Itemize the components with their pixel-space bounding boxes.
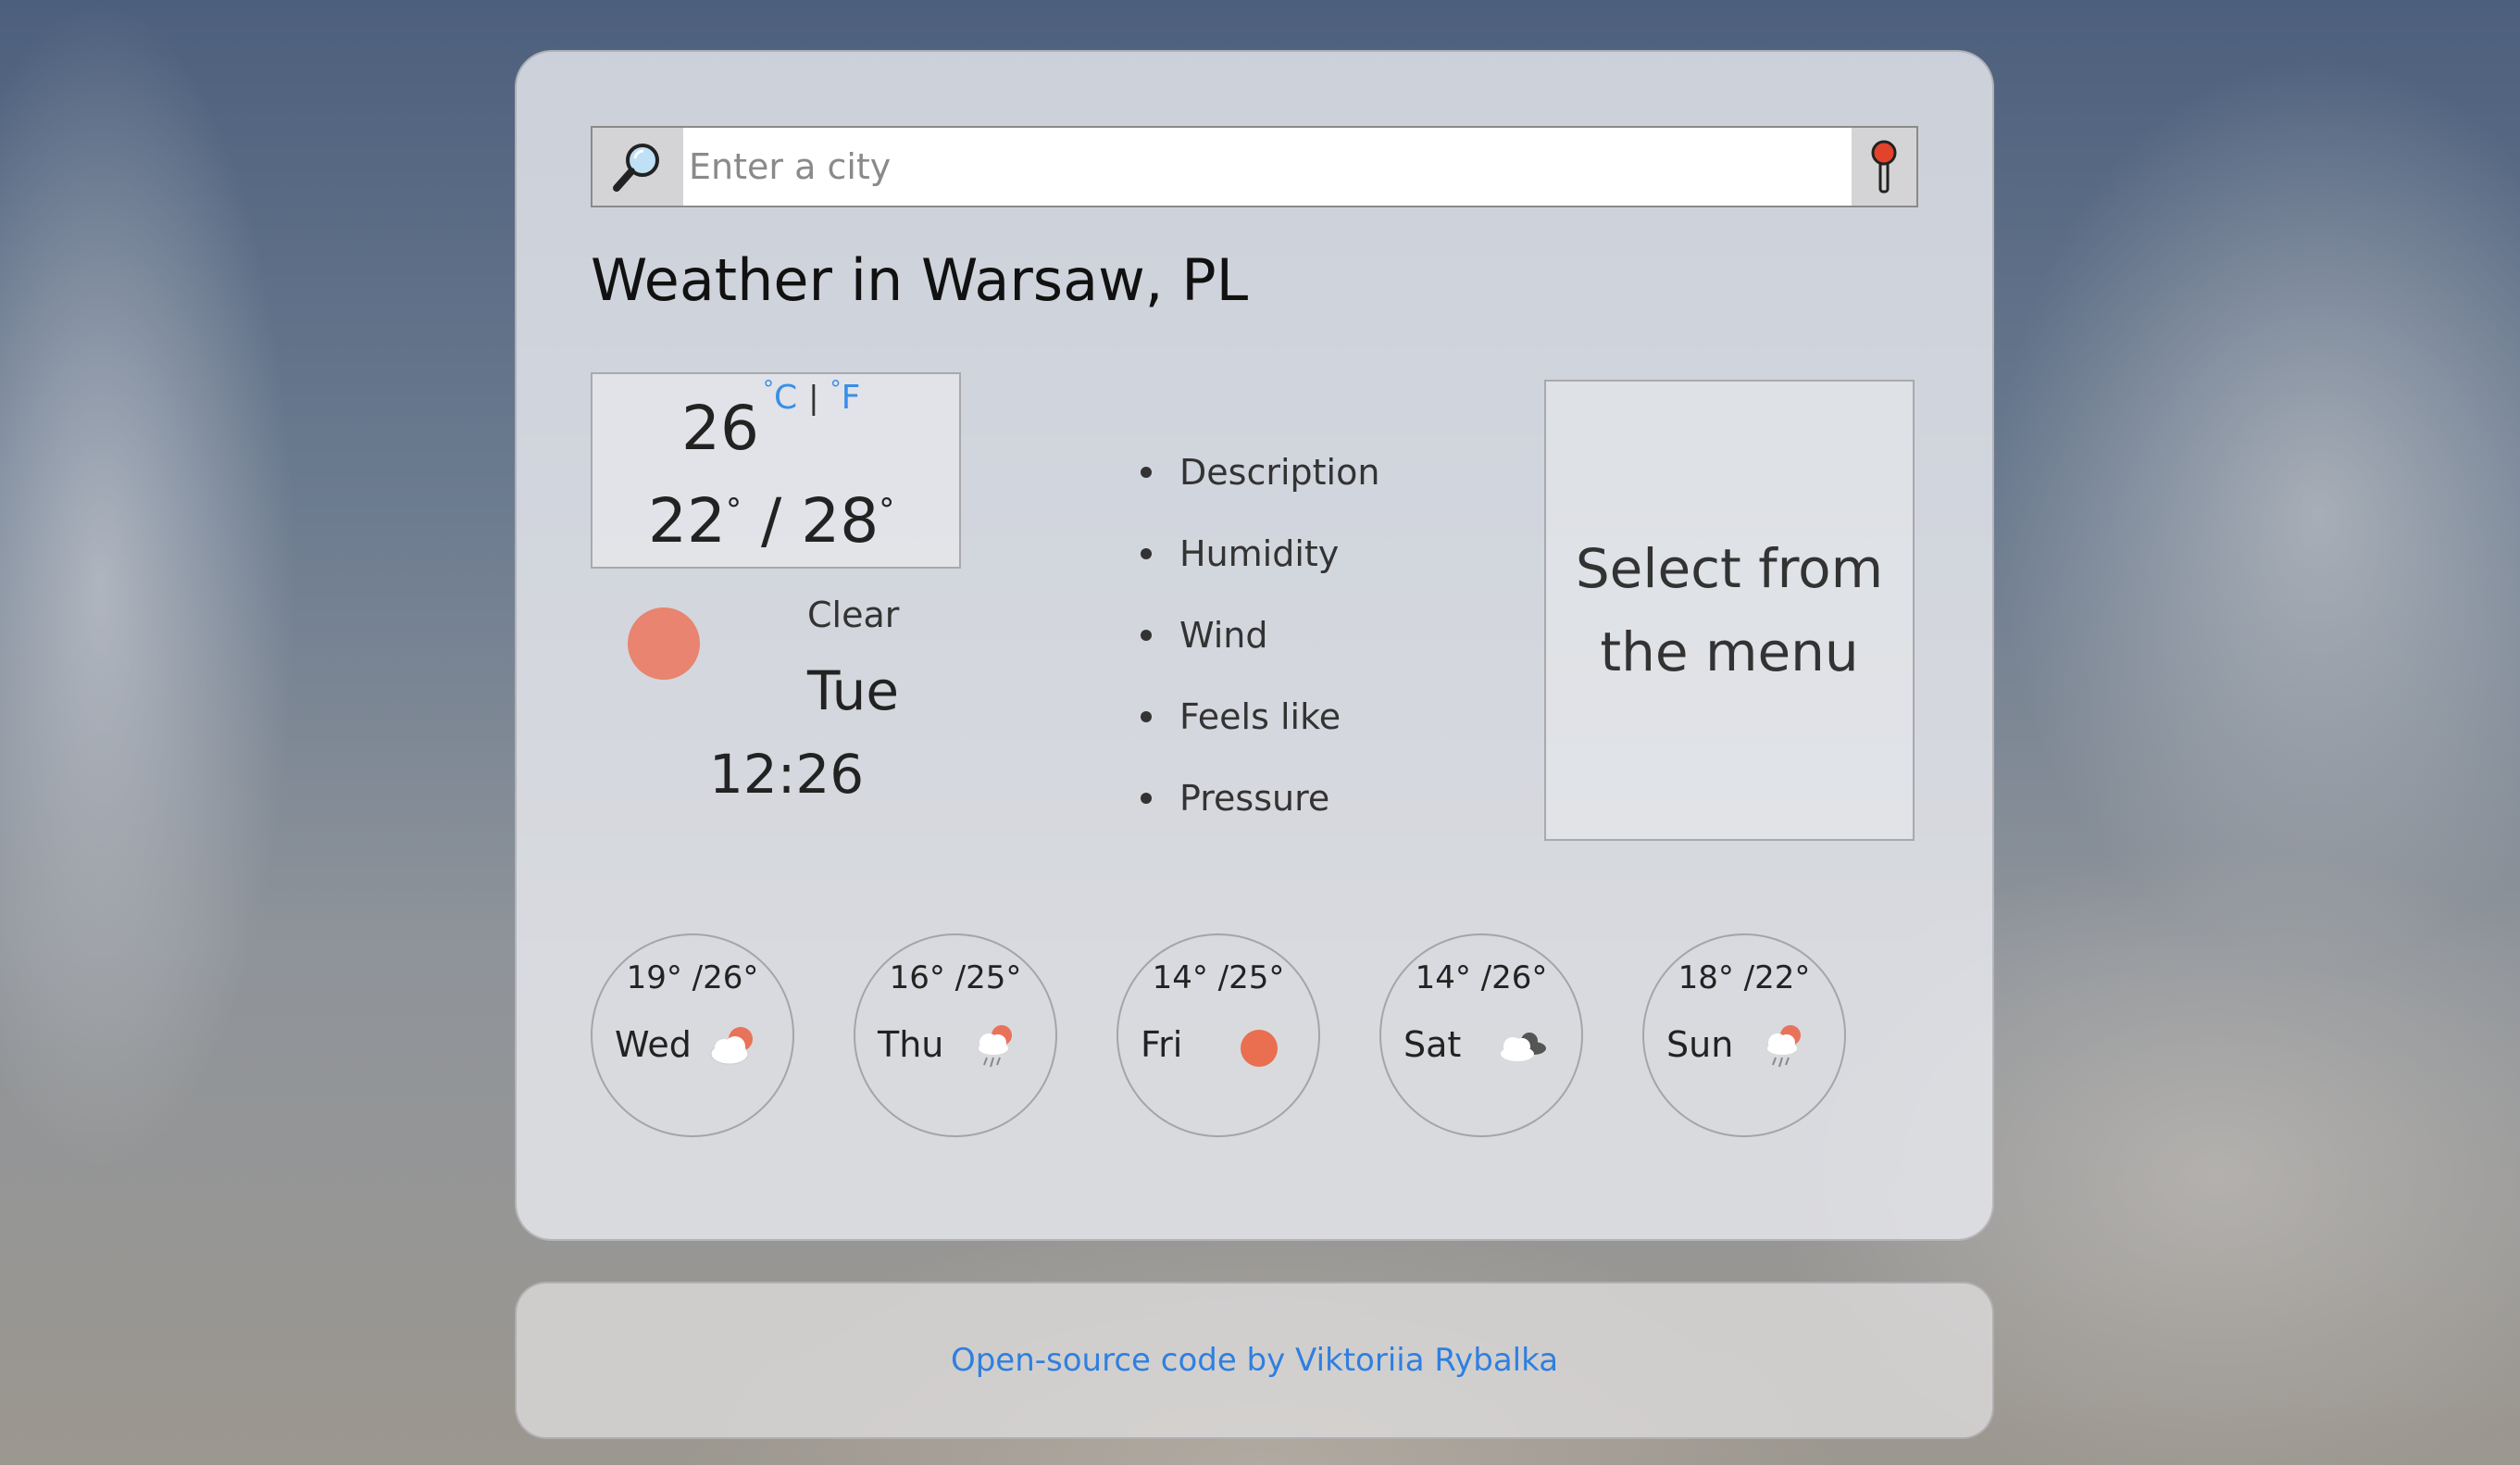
partly-cloudy-icon [710,1027,753,1065]
current-temperature: 26 [681,393,759,464]
bullet-icon [1141,548,1152,559]
unit-separator: | [808,380,819,417]
forecast-temperatures: 14° /26° [1415,959,1548,996]
forecast-day[interactable]: 14° /26° Sat [1379,933,1583,1137]
max-temperature: 28 [801,485,880,557]
bullet-icon [1141,467,1152,478]
weather-condition: Clear [807,595,900,635]
bullet-icon [1141,793,1152,804]
forecast-temperatures: 18° /22° [1678,959,1811,996]
forecast-day-name: Fri [1141,1024,1183,1065]
location-pin-icon [1871,140,1897,194]
forecast-day-name: Thu [878,1024,944,1065]
forecast-day[interactable]: 14° /25° Fri [1117,933,1320,1137]
celsius-link[interactable]: °C [763,376,797,417]
temperature-range: 22° / 28° [648,485,895,557]
detail-item-pressure[interactable]: Pressure [1141,758,1379,839]
sun-icon [1241,1030,1278,1067]
magnifier-icon [613,144,659,192]
cloudy-icon [1501,1033,1546,1061]
detail-panel: Select from the menu [1544,380,1915,841]
detail-item-wind[interactable]: Wind [1141,595,1379,676]
range-separator: / [760,485,782,557]
bullet-icon [1141,711,1152,722]
fahrenheit-link[interactable]: °F [830,376,861,417]
weather-card: Weather in Warsaw, PL 26 °C | °F 22° / 2… [515,50,1994,1241]
temperature-box: 26 °C | °F 22° / 28° [591,372,961,569]
detail-item-humidity[interactable]: Humidity [1141,513,1379,595]
rain-sun-icon [1767,1025,1801,1068]
forecast-day[interactable]: 16° /25° Thu [854,933,1057,1137]
forecast-temperatures: 19° /26° [626,959,759,996]
footer: Open-source code by Viktoriia Rybalka [515,1282,1994,1439]
forecast-temperatures: 14° /25° [1152,959,1285,996]
rain-sun-icon [979,1025,1012,1068]
current-day: Tue [807,659,900,722]
forecast-temperatures: 16° /25° [889,959,1022,996]
details-menu: Description Humidity Wind Feels like Pre… [1141,432,1379,839]
sun-icon [628,607,700,680]
forecast-day[interactable]: 19° /26° Wed [591,933,794,1137]
search-bar [591,126,1918,207]
detail-item-feels-like[interactable]: Feels like [1141,676,1379,758]
bullet-icon [1141,630,1152,641]
detail-item-description[interactable]: Description [1141,432,1379,513]
detail-panel-text: Select from the menu [1575,537,1884,683]
source-code-link[interactable]: Open-source code by Viktoriia Rybalka [517,1283,1992,1437]
current-location-button[interactable] [1852,128,1916,206]
search-button[interactable] [593,128,683,206]
city-search-input[interactable] [683,128,1852,206]
forecast-day-name: Wed [615,1024,692,1065]
forecast-day-name: Sat [1403,1024,1462,1065]
min-temperature: 22 [648,485,726,557]
current-time: 12:26 [709,743,865,806]
unit-toggle: °C | °F [763,376,860,417]
forecast-day[interactable]: 18° /22° Sun [1642,933,1846,1137]
page-title: Weather in Warsaw, PL [591,246,1249,314]
forecast-day-name: Sun [1666,1024,1734,1065]
